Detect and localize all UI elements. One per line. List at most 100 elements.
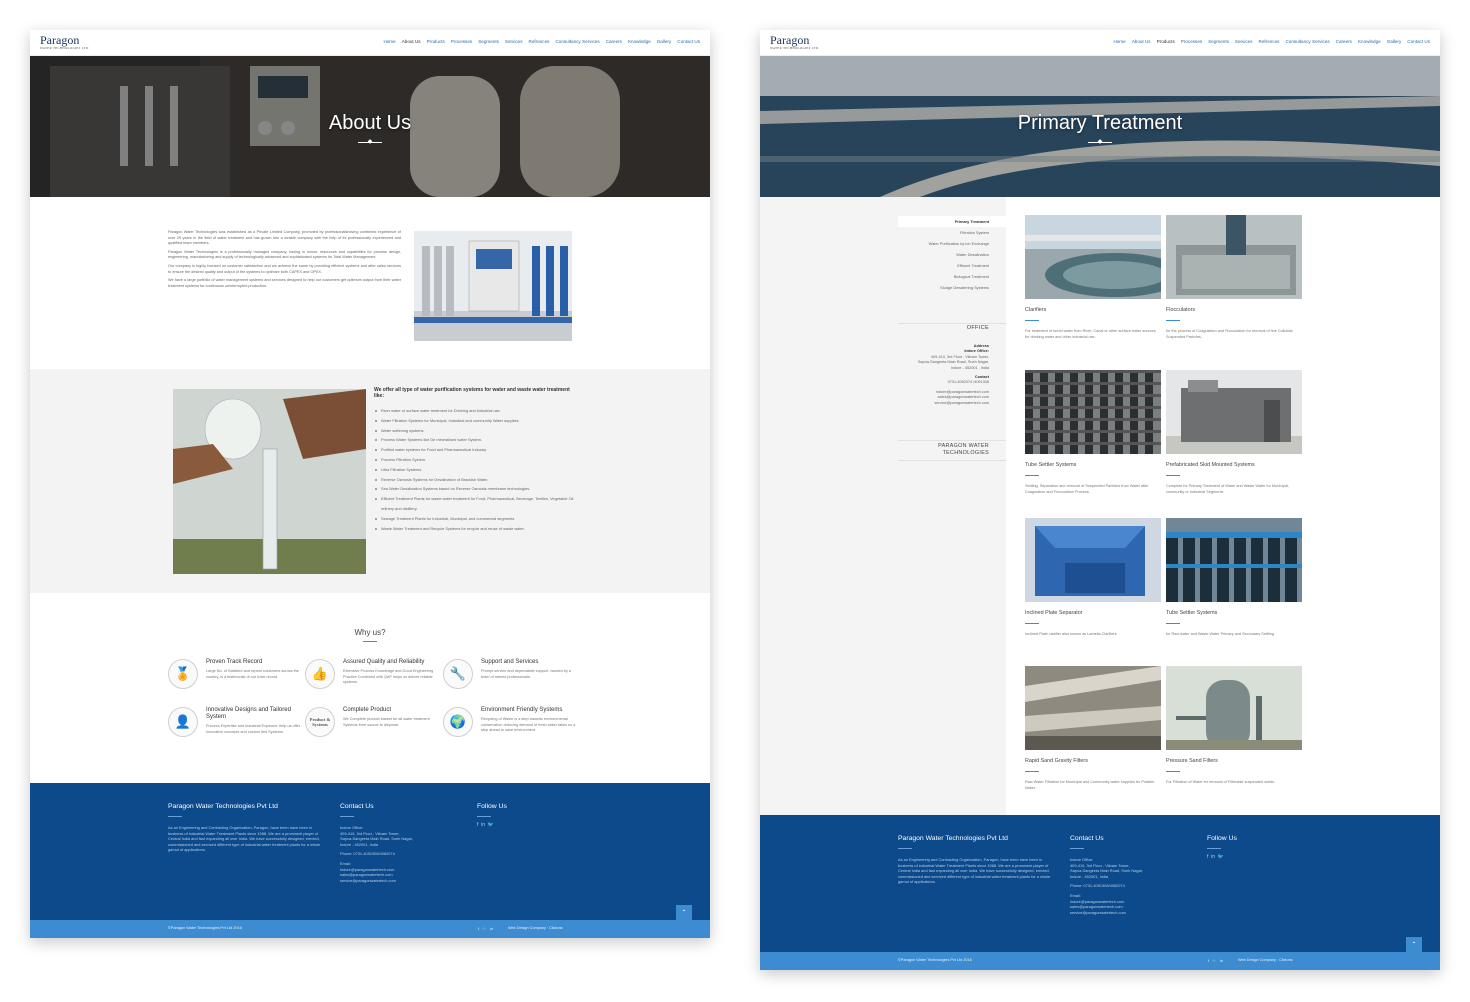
product-card[interactable]: Tube Settler Systems for Raw water and Wa…	[1166, 518, 1302, 638]
nav-item[interactable]: Processes	[451, 39, 472, 44]
bar-social-icons[interactable]: f 🐦 in	[1208, 958, 1223, 963]
nav-item[interactable]: Consultancy Services	[555, 39, 599, 44]
nav-item[interactable]: Segments	[478, 39, 499, 44]
about-intro: Paragon Water Technologies was establish…	[168, 230, 401, 292]
nav-item[interactable]: Processes	[1181, 39, 1202, 44]
facebook-icon[interactable]: f	[1207, 854, 1208, 860]
product-image[interactable]	[1025, 666, 1161, 750]
offer-item: Sea Water Desalination Systems based on …	[374, 484, 579, 494]
offer-item: Sewage Treatment Plants for Industrial, …	[374, 514, 579, 524]
nav-item[interactable]: Refrences	[1259, 39, 1280, 44]
nav-item[interactable]: Careers	[1336, 39, 1352, 44]
product-image[interactable]	[1166, 518, 1302, 602]
product-title[interactable]: Rapid Sand Gravity Filters	[1025, 758, 1161, 764]
side-menu-item[interactable]: Water Desalination	[898, 249, 1006, 260]
product-card[interactable]: Pressure Sand Filters For Filtration of W…	[1166, 666, 1302, 786]
offer-item: Water softening systems.	[374, 426, 579, 436]
credit[interactable]: Web Design Company : Clictons	[508, 926, 563, 930]
product-image[interactable]	[1166, 215, 1302, 299]
footer-bar: ©Paragon Water Technologies Pvt Ltd 2016…	[760, 952, 1440, 970]
nav-item[interactable]: Products	[427, 39, 445, 44]
product-card[interactable]: Clarifiers For treatment of turbid water …	[1025, 215, 1161, 340]
copyright: ©Paragon Water Technologies Pvt Ltd 2016	[898, 958, 972, 962]
nav-item[interactable]: Home	[1113, 39, 1125, 44]
offer-list: River water or surface water treatment f…	[374, 406, 579, 533]
linkedin-icon[interactable]: in	[1211, 854, 1215, 860]
nav-item[interactable]: Gallery	[657, 39, 672, 44]
main-nav: Home About Us Products Processes Segments Ser…	[1113, 39, 1430, 44]
nav-item[interactable]: Careers	[606, 39, 622, 44]
side-menu-item[interactable]: Filtration System	[898, 227, 1006, 238]
linkedin-icon[interactable]: in	[481, 822, 485, 828]
product-image[interactable]	[1166, 666, 1302, 750]
footer-phone: Phone: 0731-4091308/4082074	[1070, 883, 1125, 889]
product-title[interactable]: Prefabricated Skid Mounted Systems	[1166, 462, 1302, 468]
nav-item[interactable]: Knowledge	[1358, 39, 1381, 44]
product-title[interactable]: Tube Settler Systems	[1025, 462, 1161, 468]
nav-item[interactable]: Services	[1235, 39, 1253, 44]
product-desc: Raw Water Filtration for Municipal and C…	[1025, 780, 1155, 790]
office-email: service@paragonwatertech.com	[934, 400, 989, 405]
hero-banner: About Us ◆	[30, 56, 710, 197]
footer-email[interactable]: service@paragonwatertech.com	[1070, 910, 1180, 916]
product-image[interactable]	[1025, 215, 1161, 299]
why-desc: Extensive Process Knowledge and Good Eng…	[343, 669, 434, 685]
product-title[interactable]: Flocculators	[1166, 307, 1302, 313]
product-title[interactable]: Clarifiers	[1025, 307, 1161, 313]
logo[interactable]: Paragon WATER TECHNOLOGIES LTD	[40, 34, 89, 50]
footer-email[interactable]: service@paragonwatertech.com	[340, 878, 450, 884]
twitter-icon[interactable]: 🐦	[1218, 854, 1224, 860]
side-menu-item[interactable]: Biological Treatment	[898, 271, 1006, 282]
scroll-top-button[interactable]: ⌃	[676, 905, 692, 921]
footer-follow-title: Follow Us	[1207, 835, 1237, 842]
site-header: Paragon WATER TECHNOLOGIES LTD Home About …	[30, 30, 710, 56]
offer-item: Waste Water Treatment and Recycle System…	[374, 524, 579, 534]
side-menu-item[interactable]: Effluent Treatment	[898, 260, 1006, 271]
product-title[interactable]: Tube Settler Systems	[1166, 610, 1302, 616]
nav-item[interactable]: Home	[383, 39, 395, 44]
contact-line: Indore - 452001, India	[1070, 873, 1109, 879]
nav-item[interactable]: Knowledge	[628, 39, 651, 44]
nav-item[interactable]: Consultancy Services	[1285, 39, 1329, 44]
nav-item[interactable]: Gallery	[1387, 39, 1402, 44]
nav-item[interactable]: About Us	[1132, 39, 1151, 44]
footer-underline	[1070, 848, 1084, 849]
product-card[interactable]: Inclined Plate Separator Inclined Plate c…	[1025, 518, 1161, 638]
product-card[interactable]: Prefabricated Skid Mounted Systems Comple…	[1166, 370, 1302, 495]
nav-item[interactable]: Products	[1157, 39, 1175, 44]
water-drop-icon: ◆	[1097, 139, 1103, 145]
logo[interactable]: Paragon WATER TECHNOLOGIES LTD	[770, 34, 819, 50]
product-card[interactable]: Flocculators for the process of Coagulati…	[1166, 215, 1302, 340]
side-menu-item[interactable]: Sludge Dewatering Systems	[898, 282, 1006, 293]
divider	[898, 323, 1006, 324]
office-phone: 0731-4082074 /4091308	[947, 380, 989, 385]
product-desc: Inclined Plate clarifier also known as L…	[1025, 632, 1117, 636]
twitter-icon[interactable]: 🐦	[488, 822, 494, 828]
scroll-top-button[interactable]: ⌃	[1406, 937, 1422, 953]
nav-item[interactable]: Segments	[1208, 39, 1229, 44]
product-image[interactable]	[1025, 518, 1161, 602]
nav-item[interactable]: Refrences	[529, 39, 550, 44]
product-title[interactable]: Inclined Plate Separator	[1025, 610, 1161, 616]
product-desc: for the process of Coagulation and Flocc…	[1166, 329, 1293, 339]
facebook-icon[interactable]: f	[477, 822, 478, 828]
credit[interactable]: Web Design Company : Clictons	[1238, 958, 1293, 962]
footer-underline	[477, 816, 491, 817]
office-details: Address Indore Office: 409-410, 3rd Floor …	[890, 344, 989, 406]
product-image[interactable]	[1025, 370, 1161, 454]
offer-section	[30, 369, 710, 593]
side-menu-item[interactable]: Water Purification by ion Exchange	[898, 238, 1006, 249]
nav-item[interactable]: Services	[505, 39, 523, 44]
product-card[interactable]: Rapid Sand Gravity Filters Raw Water Filt…	[1025, 666, 1161, 791]
product-image[interactable]	[1166, 370, 1302, 454]
nav-item[interactable]: Contact Us	[1407, 39, 1430, 44]
nav-item[interactable]: About Us	[402, 39, 421, 44]
bar-social-icons[interactable]: f 🐦 in	[478, 926, 493, 931]
quality-icon: 👍	[305, 659, 335, 689]
nav-item[interactable]: Contact Us	[677, 39, 700, 44]
footer-company-title: Paragon Water Technologies Pvt Ltd	[898, 835, 1008, 842]
product-card[interactable]: Tube Settler Systems Settling, Separation…	[1025, 370, 1161, 495]
site-header: Paragon WATER TECHNOLOGIES LTD Home About …	[760, 30, 1440, 56]
side-menu-item[interactable]: Primary Treatment	[898, 216, 1006, 227]
product-title[interactable]: Pressure Sand Filters	[1166, 758, 1302, 764]
